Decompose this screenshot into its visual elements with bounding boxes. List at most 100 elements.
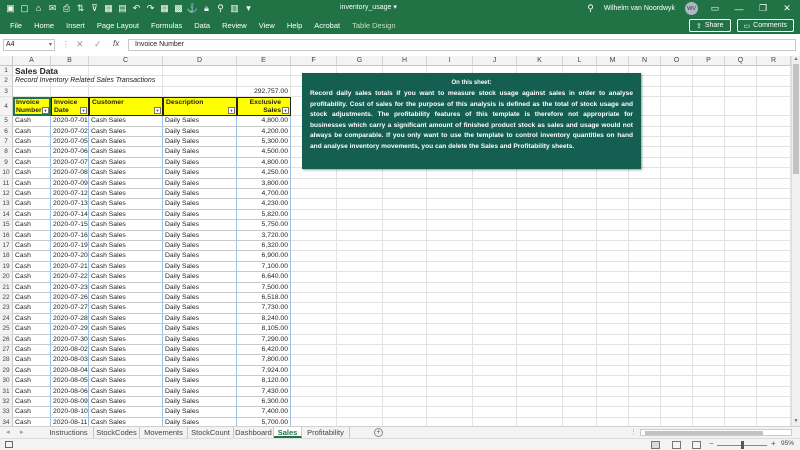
grid-cell[interactable]	[517, 293, 563, 304]
grid-cell[interactable]	[427, 345, 473, 356]
row-header[interactable]: 32	[0, 397, 13, 408]
grid-cell[interactable]	[473, 272, 517, 283]
grid-cell[interactable]	[383, 303, 427, 314]
row-header[interactable]: 17	[0, 241, 13, 252]
grid-cell[interactable]	[163, 86, 237, 98]
table-cell[interactable]: Daily Sales	[163, 116, 237, 127]
grid-cell[interactable]	[757, 168, 791, 179]
table-cell[interactable]: Cash Sales	[89, 313, 163, 325]
sheet-subtitle[interactable]: Record Inventory Related Sales Transacti…	[13, 76, 213, 86]
grid-cell[interactable]	[597, 199, 629, 210]
table-cell[interactable]: Cash	[13, 324, 51, 335]
grid-cell[interactable]	[597, 241, 629, 252]
grid-cell[interactable]	[629, 293, 661, 304]
column-header[interactable]: C	[89, 56, 163, 66]
grid-cell[interactable]	[291, 345, 337, 356]
grid-cell[interactable]	[597, 324, 629, 335]
grid-cell[interactable]	[725, 189, 757, 200]
column-header[interactable]: P	[693, 56, 725, 66]
grid-cell[interactable]	[337, 376, 383, 387]
table-cell[interactable]: 2020-08-03	[51, 355, 89, 366]
sheet-title[interactable]: Sales Data	[13, 66, 213, 76]
grid-cell[interactable]	[563, 303, 597, 314]
grid-cell[interactable]	[725, 126, 757, 137]
table-cell[interactable]: 2020-07-02	[51, 126, 89, 137]
grid-cell[interactable]	[427, 313, 473, 325]
grid-cell[interactable]	[383, 355, 427, 366]
grid-cell[interactable]	[383, 220, 427, 231]
grid-cell[interactable]	[563, 261, 597, 273]
grid-cell[interactable]	[757, 230, 791, 241]
grid-cell[interactable]	[337, 324, 383, 335]
table-cell[interactable]: Daily Sales	[163, 230, 237, 241]
grid-cell[interactable]	[473, 365, 517, 377]
chart-icon[interactable]: ▥	[229, 3, 240, 14]
table-cell[interactable]: 2020-07-01	[51, 116, 89, 127]
grid-cell[interactable]	[291, 417, 337, 426]
column-header[interactable]: O	[661, 56, 693, 66]
table-cell[interactable]: 8,120.00	[237, 376, 291, 387]
grid-cell[interactable]	[725, 220, 757, 231]
grid-cell[interactable]	[517, 241, 563, 252]
grid-cell[interactable]	[757, 282, 791, 293]
grid-cell[interactable]	[517, 365, 563, 377]
column-header[interactable]: K	[517, 56, 563, 66]
grid-cell[interactable]	[693, 147, 725, 158]
grid-cell[interactable]	[661, 313, 693, 325]
table-cell[interactable]: Cash	[13, 407, 51, 418]
grid-cell[interactable]	[757, 324, 791, 335]
table-icon[interactable]: ▦	[159, 3, 170, 14]
column-header[interactable]: I	[427, 56, 473, 66]
grid-cell[interactable]	[725, 168, 757, 179]
grid-cell[interactable]	[427, 293, 473, 304]
grid-cell[interactable]	[629, 313, 661, 325]
grid-cell[interactable]	[337, 334, 383, 345]
grid-cell[interactable]	[597, 209, 629, 221]
grid-cell[interactable]	[383, 209, 427, 221]
grid-cell[interactable]	[661, 147, 693, 158]
grid-cell[interactable]	[597, 397, 629, 408]
grid-cell[interactable]	[725, 230, 757, 241]
grid-cell[interactable]	[629, 168, 661, 179]
grid-cell[interactable]	[337, 345, 383, 356]
grid-cell[interactable]	[693, 137, 725, 148]
grid-cell[interactable]	[661, 334, 693, 345]
grid-cell[interactable]	[629, 178, 661, 189]
grid-cell[interactable]	[337, 313, 383, 325]
grid-cell[interactable]	[383, 345, 427, 356]
table-cell[interactable]: Cash	[13, 313, 51, 325]
menu-insert[interactable]: Insert	[60, 17, 91, 34]
column-header[interactable]: G	[337, 56, 383, 66]
tabs-split-grip-icon[interactable]: ⋮	[630, 428, 637, 436]
table-header-customer[interactable]: Customer ▼	[89, 97, 163, 117]
grid-cell[interactable]	[563, 345, 597, 356]
row-header[interactable]: 30	[0, 376, 13, 387]
grid-cell[interactable]	[757, 157, 791, 169]
grid-cell[interactable]	[693, 376, 725, 387]
grid-cell[interactable]	[383, 168, 427, 179]
grid-cell[interactable]	[661, 345, 693, 356]
table-cell[interactable]: 2020-07-29	[51, 324, 89, 335]
grid-cell[interactable]	[693, 230, 725, 241]
grid-cell[interactable]	[337, 397, 383, 408]
grid-cell[interactable]	[725, 376, 757, 387]
grid-cell[interactable]	[725, 282, 757, 293]
grid-cell[interactable]	[473, 189, 517, 200]
grid-cell[interactable]	[725, 241, 757, 252]
grid-cell[interactable]	[693, 293, 725, 304]
grid-cell[interactable]	[517, 272, 563, 283]
table-cell[interactable]: Daily Sales	[163, 220, 237, 231]
grid-cell[interactable]	[725, 334, 757, 345]
grid-cell[interactable]	[693, 261, 725, 273]
table-cell[interactable]: Cash Sales	[89, 261, 163, 273]
grid-cell[interactable]	[427, 355, 473, 366]
grid-cell[interactable]	[693, 209, 725, 221]
grid-cell[interactable]	[757, 313, 791, 325]
grid-cell[interactable]	[661, 355, 693, 366]
column-header[interactable]: D	[163, 56, 237, 66]
table-cell[interactable]: Daily Sales	[163, 178, 237, 189]
new-file-icon[interactable]: ▢	[19, 3, 30, 14]
table-cell[interactable]: Cash Sales	[89, 324, 163, 335]
grid-cell[interactable]	[291, 199, 337, 210]
filter-dropdown-icon[interactable]: ▼	[80, 107, 87, 115]
